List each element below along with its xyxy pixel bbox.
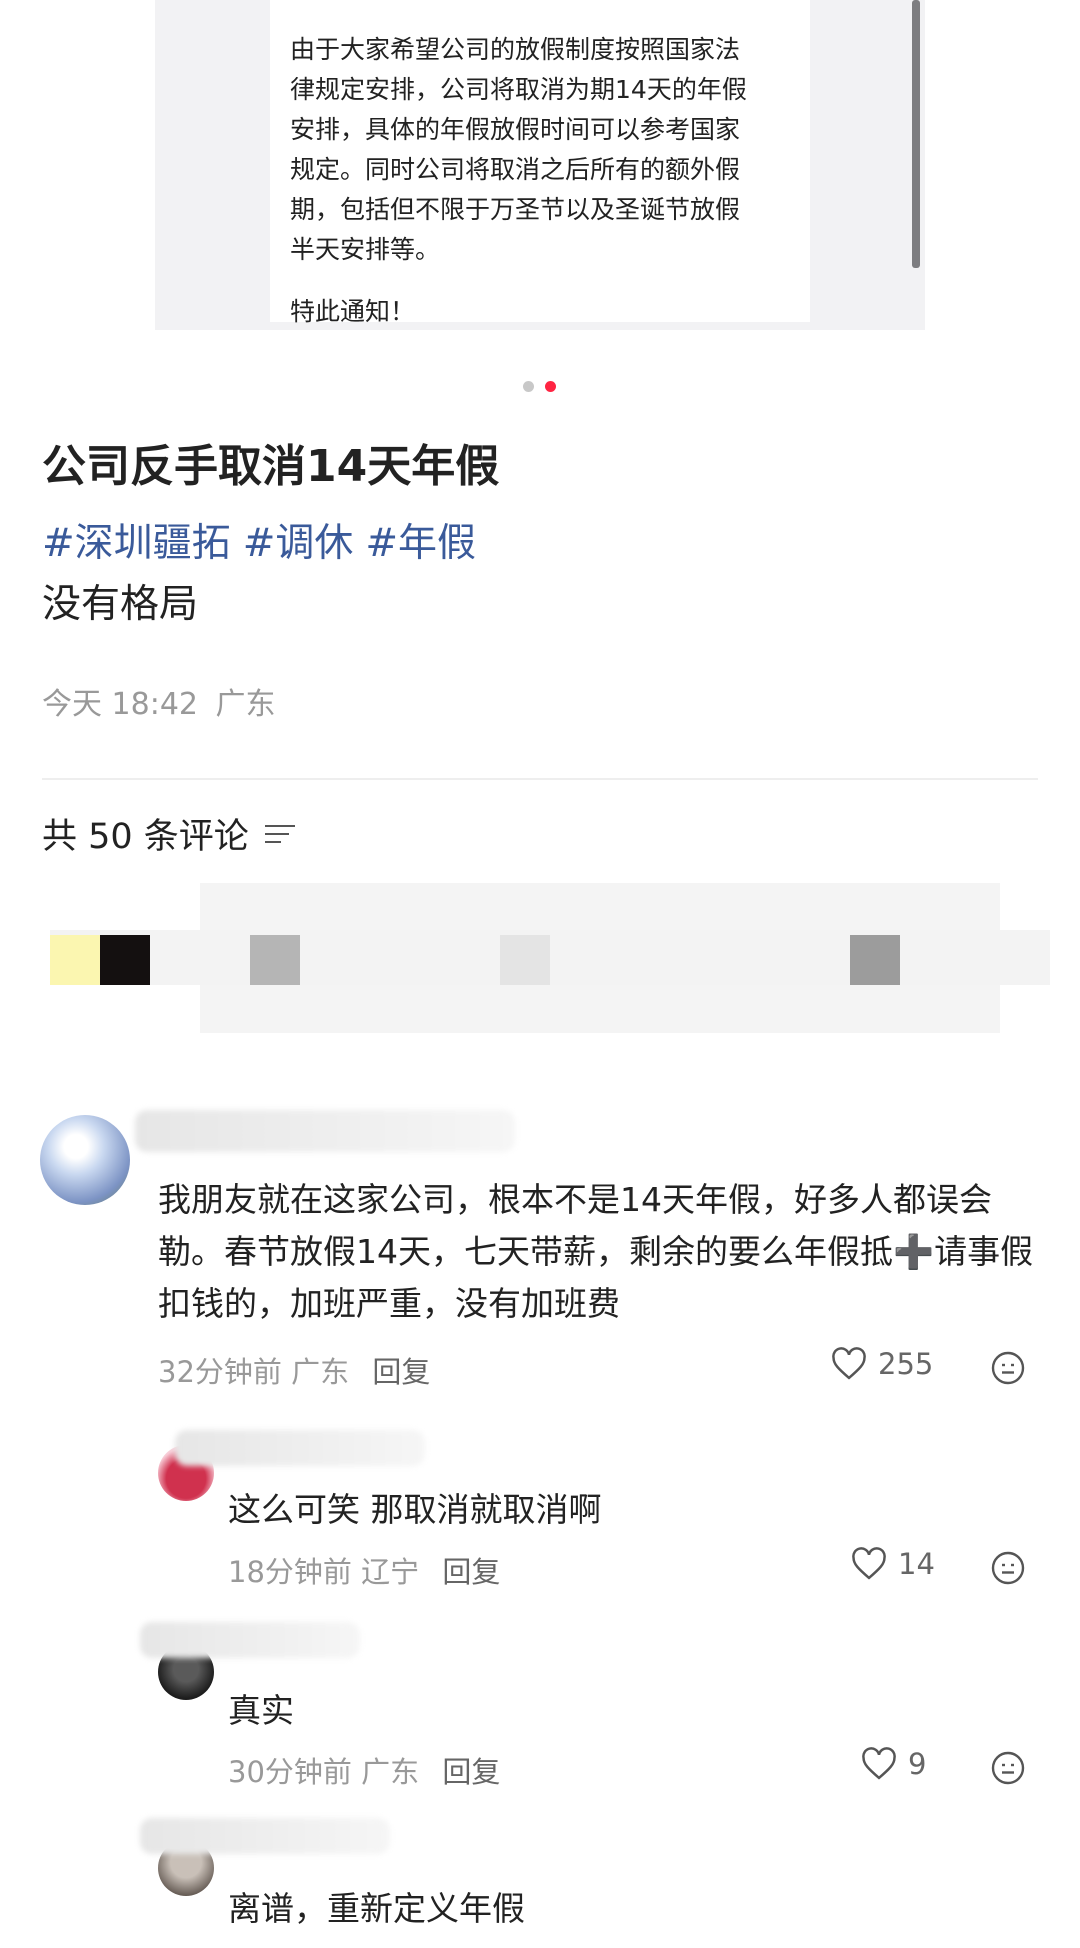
post-body: 没有格局 (42, 582, 199, 627)
divider (42, 778, 1038, 780)
reply-button[interactable]: 回复 (372, 1355, 430, 1389)
username-blurred[interactable] (140, 1622, 360, 1658)
comment-location: 辽宁 (361, 1555, 420, 1589)
sort-lines-icon[interactable] (264, 823, 295, 845)
post-tags: #深圳疆拓 #调休 #年假 (42, 512, 488, 568)
blurred-strip (50, 930, 1050, 985)
like-button[interactable]: 9 (860, 1747, 926, 1781)
like-button[interactable]: 255 (830, 1347, 933, 1381)
carousel-dot-1[interactable] (523, 381, 534, 392)
emoji-face-icon[interactable] (990, 1550, 1026, 1586)
comment-count: 共 50 条评论 (42, 817, 249, 857)
comment-text: 我朋友就在这家公司，根本不是14天年假，好多人都误会勒。春节放假14天，七天带薪… (158, 1180, 1034, 1323)
comment-location: 广东 (291, 1355, 350, 1389)
emoji-face-icon[interactable] (990, 1750, 1026, 1786)
comment-meta: 30分钟前 广东 回复 (228, 1749, 500, 1791)
emoji-face-icon[interactable] (990, 1350, 1026, 1386)
comment-text: 这么可笑 那取消就取消啊 (228, 1490, 602, 1529)
pixel-block (100, 935, 150, 985)
post-time: 今天 18:42 (42, 687, 198, 722)
notice-text: 由于大家希望公司的放假制度按照国家法 律规定安排，公司将取消为期14天的年假 安… (290, 30, 800, 332)
notice-sign: 特此通知！ (290, 297, 416, 326)
comment-time: 18分钟前 (228, 1555, 352, 1589)
comment-meta: 18分钟前 辽宁 回复 (228, 1549, 500, 1591)
heart-outline-icon (832, 1347, 866, 1380)
comment-text: 真实 (228, 1691, 294, 1730)
post-meta: 今天 18:42 广东 (42, 679, 276, 723)
heart-outline-icon (862, 1747, 896, 1780)
like-count: 14 (898, 1547, 935, 1581)
comment-time: 30分钟前 (228, 1755, 352, 1789)
username-blurred[interactable] (140, 1818, 390, 1854)
notice-scrollbar (912, 0, 920, 268)
reply-button[interactable]: 回复 (442, 1555, 500, 1589)
tag-link[interactable]: #年假 (365, 521, 476, 566)
notice-body: 由于大家希望公司的放假制度按照国家法 律规定安排，公司将取消为期14天的年假 安… (290, 35, 747, 264)
post-location: 广东 (215, 687, 276, 722)
comment-location: 广东 (361, 1755, 420, 1789)
tag-link[interactable]: #调休 (243, 521, 354, 566)
comment-time: 32分钟前 (158, 1355, 282, 1389)
reply-button[interactable]: 回复 (442, 1755, 500, 1789)
username-blurred[interactable] (135, 1110, 515, 1152)
avatar[interactable] (40, 1115, 130, 1205)
pixel-block (500, 935, 550, 985)
post-title: 公司反手取消14天年假 (42, 441, 500, 492)
comment-count-header: 共 50 条评论 (42, 808, 295, 859)
username-blurred[interactable] (175, 1430, 425, 1466)
comment-text: 离谱，重新定义年假 (228, 1889, 525, 1928)
like-count: 9 (908, 1747, 927, 1781)
heart-outline-icon (852, 1547, 886, 1580)
pixel-block (50, 935, 100, 985)
tag-link[interactable]: #深圳疆拓 (42, 521, 231, 566)
comment-meta: 32分钟前 广东 回复 (158, 1349, 430, 1391)
like-button[interactable]: 14 (850, 1547, 935, 1581)
like-count: 255 (878, 1347, 934, 1381)
pixel-block (850, 935, 900, 985)
carousel-dot-2-active[interactable] (545, 381, 556, 392)
pixel-block (250, 935, 300, 985)
